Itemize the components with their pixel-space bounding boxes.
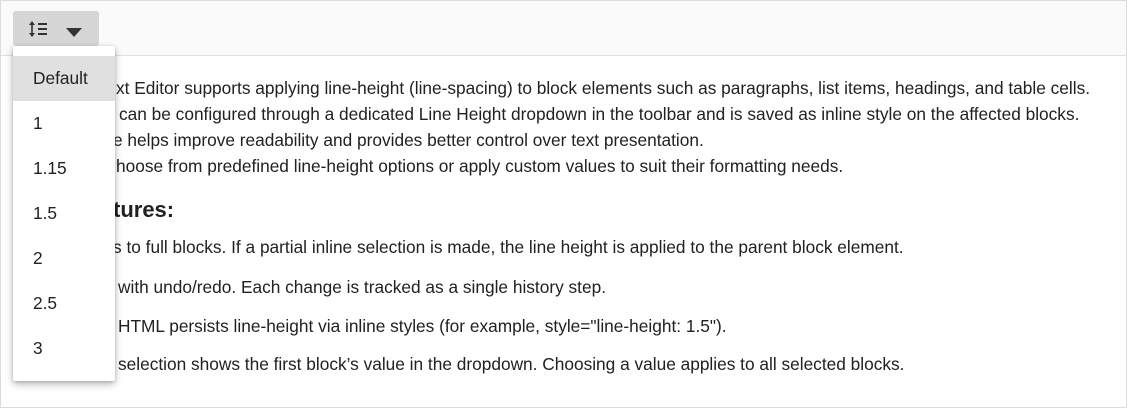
editor-toolbar — [1, 1, 1126, 56]
list-item: s to full blocks. If a partial inline se… — [113, 237, 904, 257]
option-1-5[interactable]: 1.5 — [13, 191, 115, 236]
option-1-15[interactable]: 1.15 — [13, 146, 115, 191]
option-3[interactable]: 3 — [13, 326, 115, 371]
chevron-down-icon — [66, 24, 82, 42]
option-2-5[interactable]: 2.5 — [13, 281, 115, 326]
section-heading: tures: — [113, 197, 175, 222]
option-default[interactable]: Default — [13, 56, 115, 101]
editor-content[interactable]: xt Editor supports applying line-height … — [1, 56, 1126, 407]
paragraph-line: hoose from predefined line-height option… — [116, 156, 844, 176]
line-height-dropdown-button[interactable] — [13, 11, 99, 46]
paragraph-line: xt Editor supports applying line-height … — [116, 78, 1091, 98]
list-item: selection shows the first block’s value … — [118, 354, 905, 374]
paragraph-line: e helps improve readability and provides… — [113, 130, 704, 150]
paragraph-line: can be configured through a dedicated Li… — [119, 104, 1080, 124]
rich-text-editor: xt Editor supports applying line-height … — [0, 0, 1127, 408]
line-height-dropdown-menu: Default 1 1.15 1.5 2 2.5 3 — [13, 46, 115, 381]
list-item: with undo/redo. Each change is tracked a… — [118, 277, 606, 297]
line-height-icon — [28, 20, 48, 43]
option-2[interactable]: 2 — [13, 236, 115, 281]
option-1[interactable]: 1 — [13, 101, 115, 146]
list-item: HTML persists line-height via inline sty… — [118, 316, 727, 336]
